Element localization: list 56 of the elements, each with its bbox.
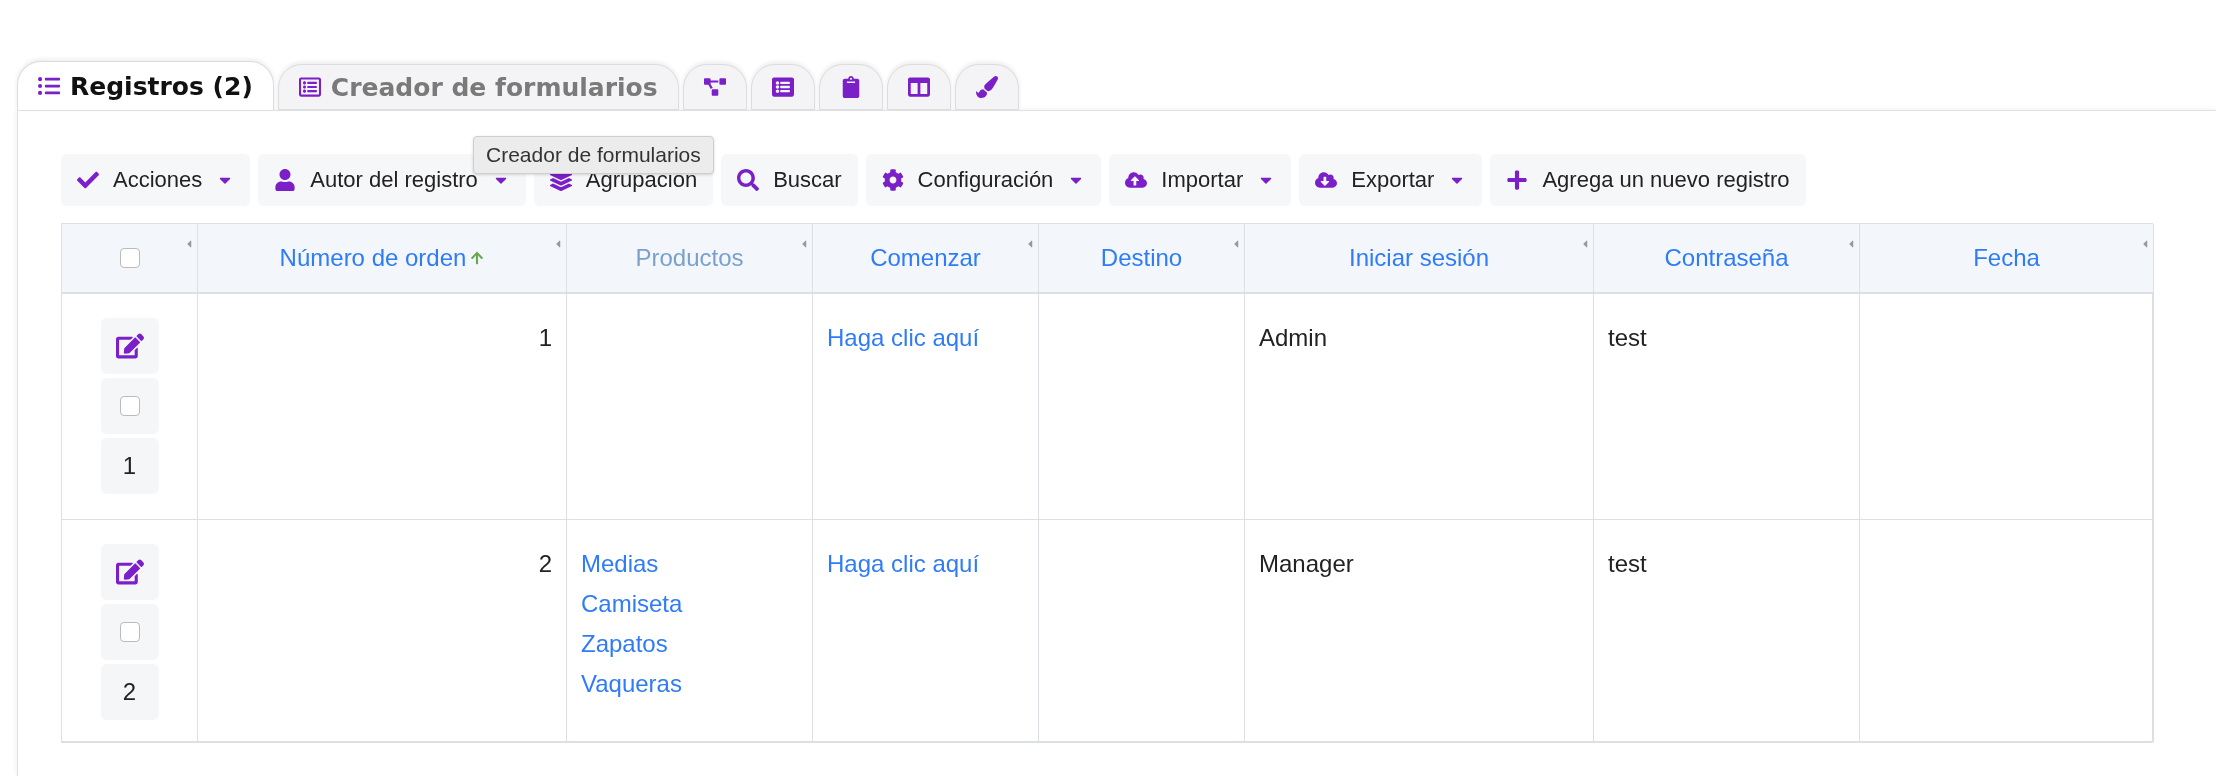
list-icon xyxy=(771,76,794,98)
tab[interactable] xyxy=(750,64,815,110)
product-link[interactable]: Camiseta xyxy=(581,584,683,624)
brush-icon xyxy=(975,76,998,98)
product-link[interactable]: Vaqueras xyxy=(581,664,682,704)
user-icon xyxy=(274,169,297,191)
toolbar-button[interactable]: Acciones xyxy=(61,154,251,206)
column-header[interactable]: Fecha xyxy=(1860,224,2154,294)
form-icon xyxy=(298,76,321,98)
columns-icon xyxy=(907,76,930,98)
table-cell: test xyxy=(1594,520,1860,742)
checkbox[interactable] xyxy=(119,622,140,642)
toolbar-button[interactable]: Exportar xyxy=(1299,154,1483,206)
checkbox[interactable] xyxy=(119,396,140,416)
table-cell: test xyxy=(1594,294,1860,520)
tab[interactable] xyxy=(682,64,747,110)
edit-button[interactable] xyxy=(100,318,159,374)
cloud-download-icon xyxy=(1315,169,1338,191)
column-header[interactable]: Productos xyxy=(567,224,813,294)
tab[interactable] xyxy=(818,64,883,110)
table-cell: Manager xyxy=(1245,520,1594,742)
column-header[interactable]: Número de orden xyxy=(198,224,567,294)
column-header[interactable]: Comenzar xyxy=(813,224,1039,294)
row-number: 1 xyxy=(100,438,159,494)
toolbar-button[interactable]: Agrega un nuevo registro xyxy=(1490,154,1806,206)
product-link[interactable]: Zapatos xyxy=(581,624,668,664)
diagram-icon xyxy=(703,76,726,98)
tooltip: Creador de formularios xyxy=(473,136,714,174)
column-header[interactable]: Contraseña xyxy=(1594,224,1860,294)
search-icon xyxy=(737,169,760,191)
toolbar-button[interactable]: Buscar xyxy=(721,154,858,206)
tab[interactable]: Creador de formularios xyxy=(277,64,679,110)
toolbar-button[interactable]: Importar xyxy=(1109,154,1292,206)
check-icon xyxy=(77,169,99,191)
tab[interactable]: Registros (2) xyxy=(17,61,274,110)
settings-icon xyxy=(881,169,904,191)
plus-icon xyxy=(1506,169,1529,191)
column-header[interactable]: Destino xyxy=(1039,224,1245,294)
tab[interactable] xyxy=(954,64,1019,110)
toolbar-button[interactable]: Configuración xyxy=(865,154,1102,206)
edit-button[interactable] xyxy=(100,544,159,600)
table-cell: 2 xyxy=(198,520,567,742)
tab[interactable] xyxy=(886,64,951,110)
edit-icon xyxy=(115,558,144,586)
table-cell: Admin xyxy=(1245,294,1594,520)
edit-icon xyxy=(115,332,144,360)
column-header[interactable]: Iniciar sesión xyxy=(1245,224,1594,294)
table-cell: 1 xyxy=(198,294,567,520)
link[interactable]: Haga clic aquí xyxy=(827,544,980,584)
product-link[interactable]: Medias xyxy=(581,544,659,584)
row-number: 2 xyxy=(100,664,159,720)
link[interactable]: Haga clic aquí xyxy=(827,318,980,358)
cloud-upload-icon xyxy=(1125,169,1148,191)
checkbox[interactable] xyxy=(119,248,140,268)
sort-arrow-icon xyxy=(470,251,485,265)
list-icon xyxy=(38,75,60,97)
